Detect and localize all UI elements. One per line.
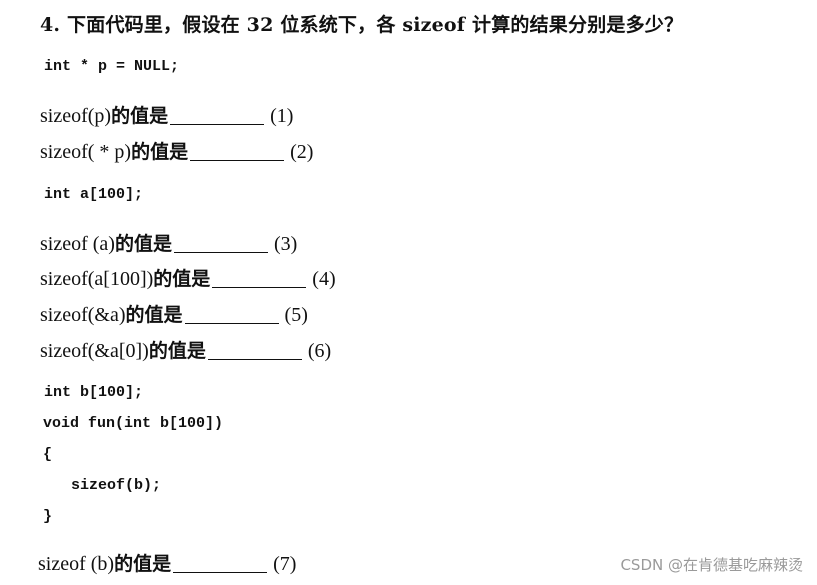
question-7: sizeof (b) 的值是 (7) — [38, 549, 296, 576]
answer-blank[interactable] — [184, 305, 279, 324]
question-expr: sizeof(&a[0]) — [40, 340, 149, 362]
question-4: sizeof(a[100]) 的值是 (4) — [40, 264, 336, 291]
answer-blank[interactable] — [173, 234, 268, 253]
code-line-open-brace: { — [43, 446, 53, 463]
question-number: (4) — [312, 268, 336, 290]
question-number: (7) — [273, 553, 297, 575]
question-suffix: 的值是 — [114, 233, 172, 255]
question-expr: sizeof (a) — [40, 233, 115, 255]
question-title: 4. 下面代码里，假设在 32 位系统下，各 sizeof 计算的结果分别是多少… — [40, 14, 684, 36]
code-line-fun-signature: void fun(int b[100]) — [43, 415, 224, 432]
question-3: sizeof (a) 的值是 (3) — [40, 229, 297, 256]
question-expr: sizeof( * p) — [40, 141, 132, 163]
question-suffix: 的值是 — [111, 105, 169, 127]
answer-blank[interactable] — [170, 106, 265, 125]
question-expr: sizeof(p) — [40, 105, 112, 127]
question-expr: sizeof(a[100]) — [40, 268, 154, 290]
question-number: (2) — [290, 141, 314, 163]
question-5: sizeof(&a) 的值是 (5) — [40, 300, 308, 327]
question-number: (6) — [307, 340, 332, 362]
code-line-pointer-decl: int * p = NULL; — [44, 58, 180, 75]
answer-blank[interactable] — [173, 554, 268, 573]
question-suffix: 的值是 — [114, 553, 172, 575]
answer-blank[interactable] — [207, 341, 302, 360]
csdn-watermark: CSDN @在肯德基吃麻辣烫 — [620, 556, 803, 574]
question-suffix: 的值是 — [153, 268, 211, 290]
answer-blank[interactable] — [212, 269, 307, 288]
question-expr: sizeof(&a) — [40, 304, 126, 326]
code-line-close-brace: } — [43, 508, 53, 525]
code-line-array-decl: int a[100]; — [44, 186, 144, 203]
code-line-sizeof-b: sizeof(b); — [44, 477, 162, 494]
question-suffix: 的值是 — [125, 304, 183, 326]
question-suffix: 的值是 — [131, 141, 189, 163]
question-2: sizeof( * p) 的值是 (2) — [40, 137, 313, 164]
question-6: sizeof(&a[0]) 的值是 (6) — [40, 336, 331, 363]
question-number: (3) — [273, 233, 298, 255]
question-expr: sizeof (b) — [38, 553, 115, 575]
question-1: sizeof(p) 的值是 (1) — [40, 101, 293, 128]
question-number: (5) — [284, 304, 308, 326]
code-line-b-decl: int b[100]; — [44, 384, 144, 401]
question-suffix: 的值是 — [148, 340, 206, 362]
answer-blank[interactable] — [190, 142, 285, 161]
question-number: (1) — [270, 105, 294, 127]
